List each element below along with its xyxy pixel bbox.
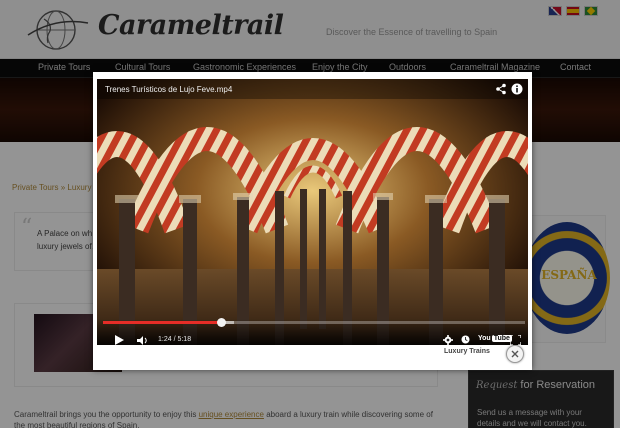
youtube-logo[interactable]: You Tube [478,335,512,342]
video-time-current: 1:24 [158,336,172,343]
video-progress-bar[interactable] [103,318,525,327]
video-player[interactable]: Trenes Turísticos de Lujo Feve.mp4 1:24 … [97,79,528,345]
video-played-fill [103,321,222,324]
video-lightbox: Trenes Turísticos de Lujo Feve.mp4 1:24 … [93,72,532,370]
close-lightbox-button[interactable] [506,345,524,363]
watch-later-icon[interactable] [461,335,470,344]
gear-icon[interactable] [443,335,453,345]
video-scrubber-handle[interactable] [216,318,226,327]
youtube-logo-you: You [478,335,491,342]
video-time-total: 5:18 [177,336,192,343]
share-icon[interactable] [495,83,507,95]
video-time: 1:24 / 5:18 [158,336,192,343]
info-icon[interactable] [511,83,523,95]
video-caption: Luxury Trains [444,348,490,355]
page: Carameltrail Discover the Essence of tra… [0,0,620,428]
fullscreen-icon[interactable] [510,335,521,345]
video-title[interactable]: Trenes Turísticos de Lujo Feve.mp4 [105,85,232,94]
play-icon[interactable] [115,335,124,345]
video-frame-mosque-arches [97,79,528,345]
volume-icon[interactable] [137,336,149,345]
close-icon [511,350,519,358]
youtube-logo-tube: Tube [491,335,512,342]
